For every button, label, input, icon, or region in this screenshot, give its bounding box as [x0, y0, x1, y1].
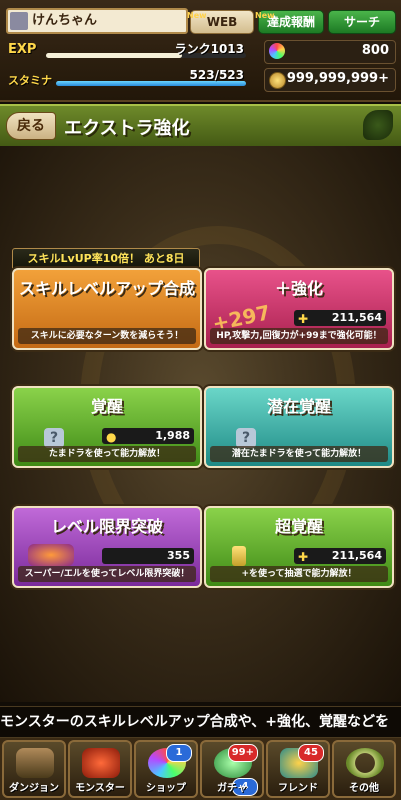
coin-counter: 999,999,999+	[264, 68, 396, 92]
latent-awaken-card[interactable]: 潜在覚醒 ? 潜在たまドラを使って能力解放！	[204, 386, 394, 468]
super-awaken-card[interactable]: 超覚醒 ✚ 211,564 +を使って抽選で能力解放！	[204, 506, 394, 588]
skill-event-banner: スキルLvUP率10倍！ あと8日	[12, 248, 200, 270]
nav-label: ダンジョン	[9, 783, 59, 794]
main-panel: スキルLvUP率10倍！ あと8日 スキルレベルアップ合成 スキルに必要なターン…	[0, 146, 401, 702]
dragon-emblem-icon	[363, 110, 393, 140]
card-subtitle: 潜在たまドラを使って能力解放！	[210, 446, 388, 462]
monster-art	[28, 544, 74, 566]
achievement-reward-button[interactable]: New 達成報酬	[255, 10, 324, 34]
nav-label: その他	[349, 783, 379, 794]
dragon-icon	[82, 748, 120, 778]
exp-row: EXP ランク1013	[6, 40, 248, 62]
card-cost: ● 1,988	[102, 428, 194, 444]
nav-shop[interactable]: 1 ショップ	[134, 740, 198, 798]
card-title: 超覚醒	[274, 517, 323, 536]
nav-label: ショップ	[146, 783, 186, 794]
card-cost: 355	[102, 548, 194, 564]
plus-icon: ✚	[298, 550, 309, 564]
nav-label: モンスター	[75, 783, 125, 794]
shop-badge: 1	[166, 744, 192, 762]
new-tag: New	[187, 11, 207, 20]
avatar	[10, 12, 28, 30]
nav-dungeon[interactable]: ダンジョン	[2, 740, 66, 798]
bottle-icon	[232, 546, 246, 566]
tamadra-icon: ●	[106, 430, 117, 444]
stamina-text: 523/523	[189, 68, 244, 82]
unknown-monster-icon: ?	[44, 428, 64, 448]
friend-badge: 45	[298, 744, 324, 762]
search-button[interactable]: サーチ	[328, 10, 396, 34]
magic-stone-icon	[269, 43, 285, 59]
status-header: けんちゃん New WEB New 達成報酬 サーチ EXP ランク1013 ス…	[0, 0, 401, 102]
web-button[interactable]: New WEB	[187, 10, 254, 34]
stamina-row: スタミナ 523/523	[6, 68, 248, 90]
limit-break-card[interactable]: レベル限界突破 355 スーパー/エルを使ってレベル限界突破！	[12, 506, 202, 588]
new-tag: New	[255, 11, 275, 20]
nav-friend[interactable]: 45 フレンド	[266, 740, 330, 798]
nav-other[interactable]: その他	[332, 740, 396, 798]
nav-label: ガチャ	[217, 783, 247, 794]
card-subtitle: たまドラを使って能力解放！	[18, 446, 196, 462]
card-subtitle: +を使って抽選で能力解放！	[210, 566, 388, 582]
awaken-card[interactable]: 覚醒 ? ● 1,988 たまドラを使って能力解放！	[12, 386, 202, 468]
exp-label: EXP	[8, 42, 37, 57]
nav-monster[interactable]: モンスター	[68, 740, 132, 798]
card-title: スキルレベルアップ合成	[18, 279, 195, 298]
card-cost: ✚ 211,564	[294, 310, 386, 326]
unknown-monster-icon: ?	[236, 428, 256, 448]
plus-icon: ✚	[298, 312, 309, 326]
plus-enhance-card[interactable]: +297 ＋強化 ✚ 211,564 HP,攻撃力,回復力が+99まで強化可能！	[204, 268, 394, 350]
magic-stone-counter[interactable]: 800	[264, 40, 396, 64]
rank-text: ランク1013	[174, 42, 244, 56]
coin-count: 999,999,999+	[286, 71, 389, 86]
back-button[interactable]: 戻る	[6, 112, 56, 140]
card-cost: ✚ 211,564	[294, 548, 386, 564]
player-name: けんちゃん	[32, 13, 98, 28]
nav-gacha[interactable]: 99+ 4 ガチャ	[200, 740, 264, 798]
magic-stone-count: 800	[361, 43, 389, 58]
card-subtitle: スーパー/エルを使ってレベル限界突破！	[18, 566, 196, 582]
card-title: ＋強化	[274, 279, 323, 298]
card-subtitle: HP,攻撃力,回復力が+99まで強化可能！	[210, 328, 388, 344]
nav-label: フレンド	[278, 783, 318, 794]
card-title: 潜在覚醒	[266, 397, 331, 416]
stamina-label: スタミナ	[8, 74, 52, 87]
exp-bar-fill	[46, 53, 182, 58]
skill-levelup-card[interactable]: スキルレベルアップ合成 スキルに必要なターン数を減らそう！	[12, 268, 202, 350]
card-title: 覚醒	[90, 397, 123, 416]
dungeon-gate-icon	[16, 748, 54, 778]
card-title: レベル限界突破	[50, 517, 163, 536]
ring-icon	[346, 748, 384, 778]
page-title: エクストラ強化	[64, 118, 190, 139]
player-name-box[interactable]: けんちゃん	[6, 8, 188, 34]
title-bar: 戻る エクストラ強化	[0, 104, 401, 148]
bottom-nav: ダンジョン モンスター 1 ショップ 99+ 4 ガチャ 45 フレンド その他	[0, 738, 401, 800]
coin-icon	[269, 72, 286, 89]
news-ticker: モンスターのスキルレベルアップ合成や、+強化、覚醒などを	[0, 706, 401, 738]
card-subtitle: スキルに必要なターン数を減らそう！	[18, 328, 196, 344]
gacha-badge: 99+	[227, 744, 258, 762]
